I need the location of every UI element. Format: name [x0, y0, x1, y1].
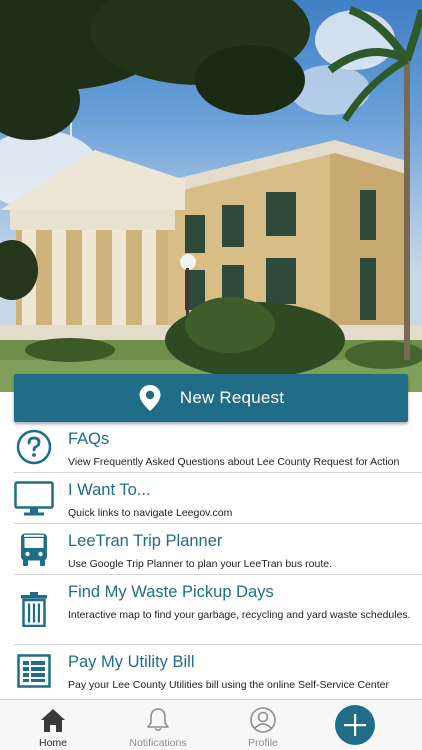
new-request-label: New Request: [179, 388, 285, 407]
menu-item-description: Quick links to navigate Leegov.com: [68, 507, 233, 519]
menu-item-description: Use Google Trip Planner to plan your Lee…: [68, 558, 333, 570]
menu-item-i-want-to[interactable]: I Want To... Quick links to navigate Lee…: [0, 473, 422, 524]
menu-item-leetran-trip-planner[interactable]: LeeTran Trip Planner Use Google Trip Pla…: [0, 524, 422, 575]
tab-home[interactable]: Home: [8, 700, 98, 750]
menu-item-title: I Want To...: [68, 481, 151, 499]
tab-notifications[interactable]: Notifications: [113, 700, 203, 750]
menu-item-title: Find My Waste Pickup Days: [68, 583, 274, 601]
menu-item-title: Pay My Utility Bill: [68, 653, 195, 671]
trash-can-icon: [14, 589, 54, 629]
plus-icon: [344, 714, 366, 736]
menu-list: FAQs View Frequently Asked Questions abo…: [0, 422, 422, 696]
menu-item-title: FAQs: [68, 430, 110, 448]
menu-item-faqs[interactable]: FAQs View Frequently Asked Questions abo…: [0, 422, 422, 473]
bell-icon: [147, 708, 169, 732]
question-circle-icon: [14, 427, 54, 467]
tab-profile[interactable]: Profile: [218, 700, 308, 750]
menu-item-description: View Frequently Asked Questions about Le…: [68, 456, 400, 468]
hero-image-courthouse: [0, 0, 422, 392]
tab-notifications-label: Notifications: [129, 737, 187, 749]
new-request-button[interactable]: New Request: [14, 374, 408, 422]
menu-item-waste-pickup[interactable]: Find My Waste Pickup Days Interactive ma…: [0, 575, 422, 645]
map-pin-icon: [139, 385, 161, 411]
home-icon: [41, 709, 65, 732]
tab-home-label: Home: [38, 737, 67, 749]
menu-item-title: LeeTran Trip Planner: [68, 532, 223, 550]
bus-icon: [14, 530, 54, 570]
user-circle-icon: [250, 707, 276, 733]
tab-bar: Home Notifications Profile: [0, 699, 422, 750]
tab-profile-label: Profile: [248, 737, 278, 749]
menu-item-utility-bill[interactable]: Pay My Utility Bill Pay your Lee County …: [0, 645, 422, 696]
bill-document-icon: [14, 651, 54, 691]
menu-item-description: Interactive map to find your garbage, re…: [68, 609, 411, 621]
menu-item-description: Pay your Lee County Utilities bill using…: [68, 679, 389, 691]
monitor-icon: [14, 479, 54, 519]
add-request-button[interactable]: [335, 705, 375, 745]
